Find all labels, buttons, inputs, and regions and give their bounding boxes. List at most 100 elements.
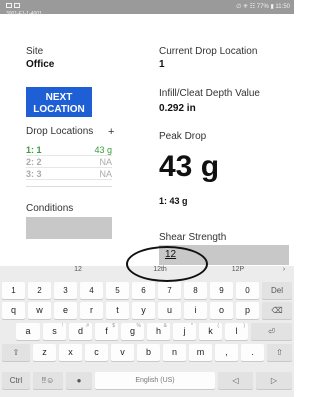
infill-label: Infill/Cleat Depth Value (159, 88, 260, 99)
current-drop-label: Current Drop Location (159, 46, 258, 57)
drop-location-value: NA (99, 169, 112, 179)
key-i[interactable]: i (184, 302, 207, 319)
key-c[interactable]: c (85, 344, 108, 361)
microphone-icon[interactable]: ● (66, 372, 92, 389)
suggestion-more-icon[interactable]: › (278, 266, 290, 280)
key-9[interactable]: 9 (210, 282, 233, 299)
key-1[interactable]: 1 (2, 282, 25, 299)
drop-location-name: 1: 1 (26, 145, 42, 155)
delete-key[interactable]: Del (262, 282, 292, 299)
enter-key[interactable]: ⏎ (251, 323, 292, 340)
key-hint: $ (112, 323, 115, 329)
drop-location-row[interactable]: 2: 2 NA (26, 157, 112, 168)
key-label: g (129, 326, 135, 336)
key-r[interactable]: r (80, 302, 103, 319)
suggestion-item[interactable]: 12P (218, 266, 258, 280)
key-label: s (52, 326, 57, 336)
key-label: a (25, 326, 31, 336)
arrow-right-icon[interactable]: ▷ (256, 372, 292, 389)
key-y[interactable]: y (132, 302, 155, 319)
key-f[interactable]: f $ (95, 323, 118, 340)
key-label: l (235, 326, 238, 336)
key-label: k (208, 326, 213, 336)
key-a[interactable]: a (16, 323, 40, 340)
key-b[interactable]: b (137, 344, 160, 361)
key-n[interactable]: n (163, 344, 186, 361)
key-q[interactable]: q (2, 302, 25, 319)
key-z[interactable]: z (33, 344, 56, 361)
next-location-line1: NEXT (45, 91, 73, 103)
key-s[interactable]: s! (43, 323, 66, 340)
key-6[interactable]: 6 (132, 282, 155, 299)
key-d[interactable]: d # (69, 323, 92, 340)
annotation-circle (126, 246, 208, 282)
conditions-label: Conditions (26, 203, 74, 214)
current-drop-value: 1 (159, 59, 165, 70)
shift-key-left[interactable]: ⇧ (2, 344, 30, 361)
key-x[interactable]: x (59, 344, 82, 361)
arrow-left-icon[interactable]: ◁ (218, 372, 253, 389)
peak-drop-label: Peak Drop (159, 131, 207, 142)
status-title: 3001-F1-1-4001 (6, 11, 42, 17)
backspace-key[interactable]: ⌫ (262, 302, 292, 319)
emoji-key[interactable]: !!☺ (33, 372, 63, 389)
key-m[interactable]: m (189, 344, 212, 361)
key-hint: ( (217, 323, 219, 329)
notification-icon (6, 3, 12, 8)
suggestion-item[interactable]: 12 (58, 266, 98, 280)
infill-value: 0.292 in (159, 103, 196, 114)
key-j[interactable]: j * (173, 323, 196, 340)
space-bar[interactable]: English (US) (95, 372, 215, 389)
key-label: f (105, 326, 108, 336)
notification-icon (14, 3, 20, 8)
key-t[interactable]: t (106, 302, 129, 319)
key-hint: % (136, 323, 141, 329)
key-0[interactable]: 0 (236, 282, 259, 299)
peak-drop-value: 43 g (159, 150, 220, 183)
key-h[interactable]: h & (147, 323, 170, 340)
site-label: Site (26, 46, 44, 57)
drop-location-row[interactable]: 3: 3 NA (26, 169, 112, 180)
drop-location-value: 43 g (94, 145, 112, 155)
key-label: h (155, 326, 161, 336)
key-p[interactable]: p (236, 302, 259, 319)
key-label: j (183, 326, 186, 336)
ctrl-key[interactable]: Ctrl (2, 372, 30, 389)
key-hint: & (163, 323, 167, 329)
key-e[interactable]: e (54, 302, 77, 319)
conditions-field[interactable] (26, 217, 112, 239)
key-8[interactable]: 8 (184, 282, 207, 299)
drop-locations-label: Drop Locations (26, 126, 94, 137)
status-icons-right: ∅ ✳ ☷ 77% ▮ 11:50 (236, 4, 290, 10)
key-2[interactable]: 2 (28, 282, 51, 299)
key-hint: * (191, 323, 193, 329)
next-location-button[interactable]: NEXT LOCATION (26, 87, 92, 117)
drop-location-name: 3: 3 (26, 169, 42, 179)
key-4[interactable]: 4 (80, 282, 103, 299)
next-location-line2: LOCATION (33, 103, 85, 115)
key-hint: ! (61, 323, 63, 329)
key-7[interactable]: 7 (158, 282, 181, 299)
key-comma[interactable]: , (215, 344, 238, 361)
key-l[interactable]: l) (225, 323, 248, 340)
drop-location-row[interactable]: 1: 1 43 g (26, 145, 112, 156)
key-5[interactable]: 5 (106, 282, 129, 299)
peak-drop-summary: 1: 43 g (159, 196, 188, 206)
site-value: Office (26, 59, 55, 70)
shear-strength-label: Shear Strength (159, 232, 227, 243)
key-period[interactable]: . (241, 344, 264, 361)
divider (26, 186, 112, 187)
key-label: d (77, 326, 83, 336)
add-drop-location-button[interactable]: + (108, 126, 114, 138)
key-k[interactable]: k( (199, 323, 222, 340)
key-o[interactable]: o (210, 302, 233, 319)
key-3[interactable]: 3 (54, 282, 77, 299)
shift-key-right[interactable]: ⇧ (267, 344, 292, 361)
drop-location-name: 2: 2 (26, 157, 42, 167)
key-u[interactable]: u (158, 302, 181, 319)
key-v[interactable]: v (111, 344, 134, 361)
key-g[interactable]: g% (121, 323, 144, 340)
key-w[interactable]: w (28, 302, 51, 319)
key-hint: ) (243, 323, 245, 329)
status-icons-left (6, 3, 20, 8)
